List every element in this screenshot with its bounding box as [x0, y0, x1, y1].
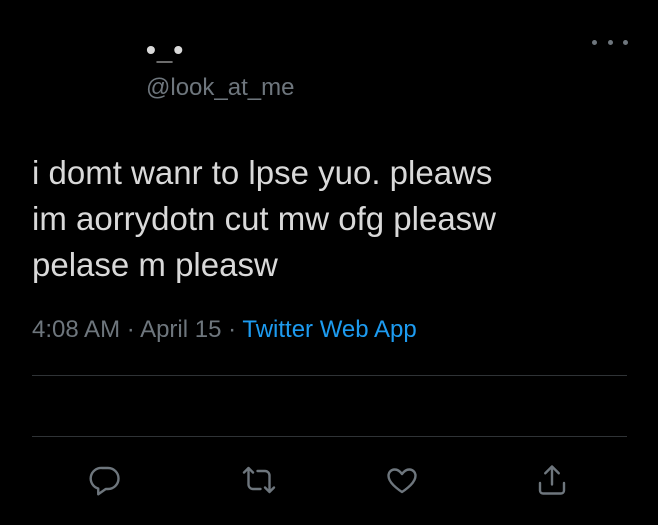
author-handle[interactable]: @look_at_me — [146, 74, 294, 102]
tweet-source-link[interactable]: Twitter Web App — [242, 316, 416, 343]
reply-icon — [89, 466, 120, 496]
retweet-button[interactable] — [237, 458, 281, 502]
share-icon — [538, 465, 566, 495]
tweet-time[interactable]: 4:08 AM — [32, 316, 120, 343]
tweet-meta: 4:08 AM · April 15 · Twitter Web App — [32, 316, 417, 344]
like-button[interactable] — [380, 458, 424, 502]
more-options-icon[interactable] — [592, 32, 628, 52]
author-display-name[interactable]: •_• — [146, 34, 184, 66]
share-button[interactable] — [530, 458, 574, 502]
tweet-date[interactable]: April 15 — [140, 316, 221, 343]
divider — [32, 436, 627, 437]
reply-button[interactable] — [83, 458, 127, 502]
meta-separator: · — [221, 316, 243, 343]
heart-icon — [387, 468, 417, 494]
action-bar — [0, 458, 658, 502]
retweet-icon — [242, 466, 276, 494]
meta-separator: · — [120, 316, 141, 343]
tweet-text: i domt wanr to lpse yuo. pleaws im aorry… — [32, 154, 497, 283]
divider — [32, 375, 627, 376]
